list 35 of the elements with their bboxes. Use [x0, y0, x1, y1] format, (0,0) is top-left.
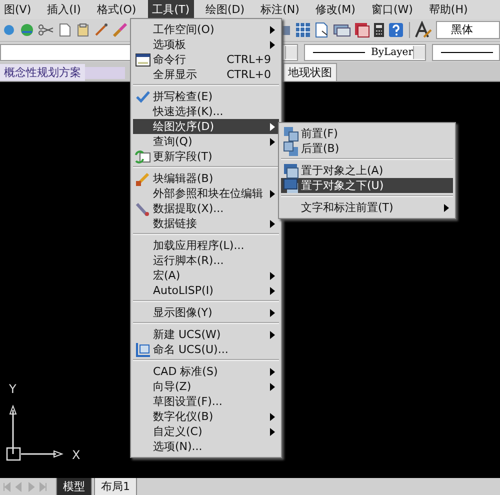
menu-item-label: 选项板: [153, 37, 186, 52]
menu-item-label: 新建 UCS(W): [153, 327, 221, 342]
menu-item-label: 数据链接: [153, 216, 197, 231]
menu-item-label: 加载应用程序(L)...: [153, 238, 244, 253]
menu-item-label: 快速选择(K)...: [153, 104, 224, 119]
menu-item-label: 宏(A): [153, 268, 180, 283]
axis-label: X: [72, 448, 80, 462]
menu-item-label: 数字化仪(B): [153, 409, 214, 424]
menu-item-label: CAD 标准(S): [153, 364, 218, 379]
menu-item-label: 命名 UCS(U)...: [153, 342, 228, 357]
menu-item-label: 前置(F): [301, 126, 338, 141]
menu-item-label: 更新字段(T): [153, 149, 212, 164]
menu-item-label: 运行脚本(R)...: [153, 253, 224, 268]
menu-item-label: 草图设置(F)...: [153, 394, 222, 409]
menu-item-label: 文字和标注前置(T): [301, 200, 394, 215]
shortcut-text: CTRL+9: [226, 53, 271, 66]
menu-item-label: 数据提取(X)...: [153, 201, 224, 216]
axis-label: Y: [9, 382, 16, 396]
menu-item-label: 置于对象之上(A): [301, 163, 384, 178]
menu-item-label: 全屏显示: [153, 67, 197, 82]
menu-item-label: 置于对象之下(U): [301, 178, 384, 193]
menu-item-label: 向导(Z): [153, 379, 192, 394]
menu-item-label: 工作空间(O): [153, 22, 214, 37]
menu-item-label: 查询(Q): [153, 134, 192, 149]
menu-item-label: 外部参照和块在位编辑: [153, 186, 263, 201]
menu-item-label: AutoLISP(I): [153, 284, 214, 297]
menu-item-label: 块编辑器(B): [153, 171, 214, 186]
menu-item-label: 显示图像(Y): [153, 305, 212, 320]
menu-item-label: 后置(B): [301, 141, 340, 156]
menu-item-label: 绘图次序(D): [153, 119, 214, 134]
menu-item-label: 拼写检查(E): [153, 89, 213, 104]
menu-item-label: 自定义(C): [153, 424, 202, 439]
menu-item-label: 选项(N)...: [153, 439, 202, 454]
shortcut-text: CTRL+0: [226, 68, 271, 81]
menu-item-label: 命令行: [153, 52, 186, 67]
